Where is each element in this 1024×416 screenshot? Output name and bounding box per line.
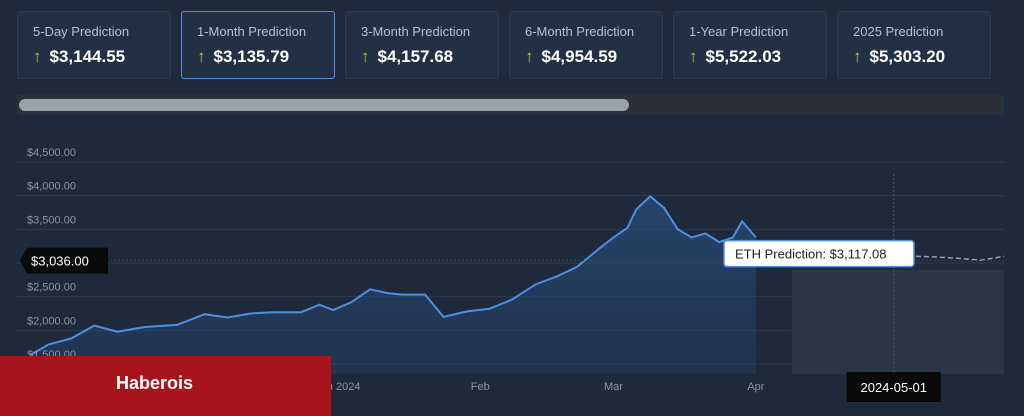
prediction-value: $5,522.03 <box>705 47 782 66</box>
chart-scrollbar[interactable] <box>17 95 1004 115</box>
prediction-card-title: 1-Year Prediction <box>689 24 789 39</box>
prediction-card-value: ↑ $3,135.79 <box>197 47 289 67</box>
prediction-card-title: 2025 Prediction <box>853 24 944 39</box>
tooltip-text: ETH Prediction: $3,117.08 <box>735 247 887 262</box>
x-tick-label: Apr <box>747 381 764 393</box>
prediction-card-2025[interactable]: 2025 Prediction ↑ $5,303.20 <box>837 11 991 79</box>
prediction-value: $3,135.79 <box>213 47 290 66</box>
prediction-card-3-month[interactable]: 3-Month Prediction ↑ $4,157.68 <box>345 11 499 79</box>
prediction-value: $5,303.20 <box>869 47 946 66</box>
prediction-card-1-year[interactable]: 1-Year Prediction ↑ $5,522.03 <box>673 11 827 79</box>
x-tick-label: Mar <box>604 381 623 393</box>
prediction-card-title: 3-Month Prediction <box>361 24 471 39</box>
prediction-card-title: 6-Month Prediction <box>525 24 635 39</box>
prediction-card-value: ↑ $3,144.55 <box>33 47 125 67</box>
prediction-card-1-month[interactable]: 1-Month Prediction ↑ $3,135.79 <box>181 11 335 79</box>
y-tick-label: $4,500.00 <box>27 147 76 159</box>
cursor-date-text: 2024-05-01 <box>860 380 927 395</box>
arrow-up-icon: ↑ <box>33 47 42 66</box>
prediction-card-title: 1-Month Prediction <box>197 24 307 39</box>
arrow-up-icon: ↑ <box>689 47 698 66</box>
forecast-zone <box>791 270 1004 374</box>
price-area <box>30 196 756 374</box>
y-tick-label: $3,500.00 <box>27 214 76 226</box>
prediction-cards: 5-Day Prediction ↑ $3,144.55 1-Month Pred… <box>17 11 993 79</box>
prediction-card-title: 5-Day Prediction <box>33 24 130 39</box>
arrow-up-icon: ↑ <box>853 47 862 66</box>
prediction-card-value: ↑ $5,303.20 <box>853 47 945 67</box>
arrow-up-icon: ↑ <box>525 47 534 66</box>
prediction-card-6-month[interactable]: 6-Month Prediction ↑ $4,954.59 <box>509 11 663 79</box>
cursor-price-label: $3,036.00 <box>20 247 108 274</box>
prediction-card-value: ↑ $4,157.68 <box>361 47 453 67</box>
arrow-up-icon: ↑ <box>361 47 370 66</box>
prediction-card-value: ↑ $5,522.03 <box>689 47 781 67</box>
y-tick-label: $4,000.00 <box>27 181 76 193</box>
scrollbar-thumb[interactable] <box>19 99 629 111</box>
prediction-value: $4,954.59 <box>541 47 618 66</box>
brand-name: Haberois <box>116 373 194 393</box>
prediction-value: $4,157.68 <box>377 47 454 66</box>
prediction-card-5-day[interactable]: 5-Day Prediction ↑ $3,144.55 <box>17 11 171 79</box>
tooltip: ETH Prediction: $3,117.08 <box>723 239 915 268</box>
prediction-card-value: ↑ $4,954.59 <box>525 47 617 67</box>
cursor-date-label: 2024-05-01 <box>846 372 941 402</box>
prediction-value: $3,144.55 <box>49 47 126 66</box>
y-tick-label: $2,500.00 <box>27 282 76 294</box>
y-tick-label: $2,000.00 <box>27 315 76 327</box>
brand-banner: Haberois <box>0 356 331 416</box>
cursor-price-text: $3,036.00 <box>31 254 89 269</box>
arrow-up-icon: ↑ <box>197 47 206 66</box>
x-tick-label: Feb <box>471 381 490 393</box>
